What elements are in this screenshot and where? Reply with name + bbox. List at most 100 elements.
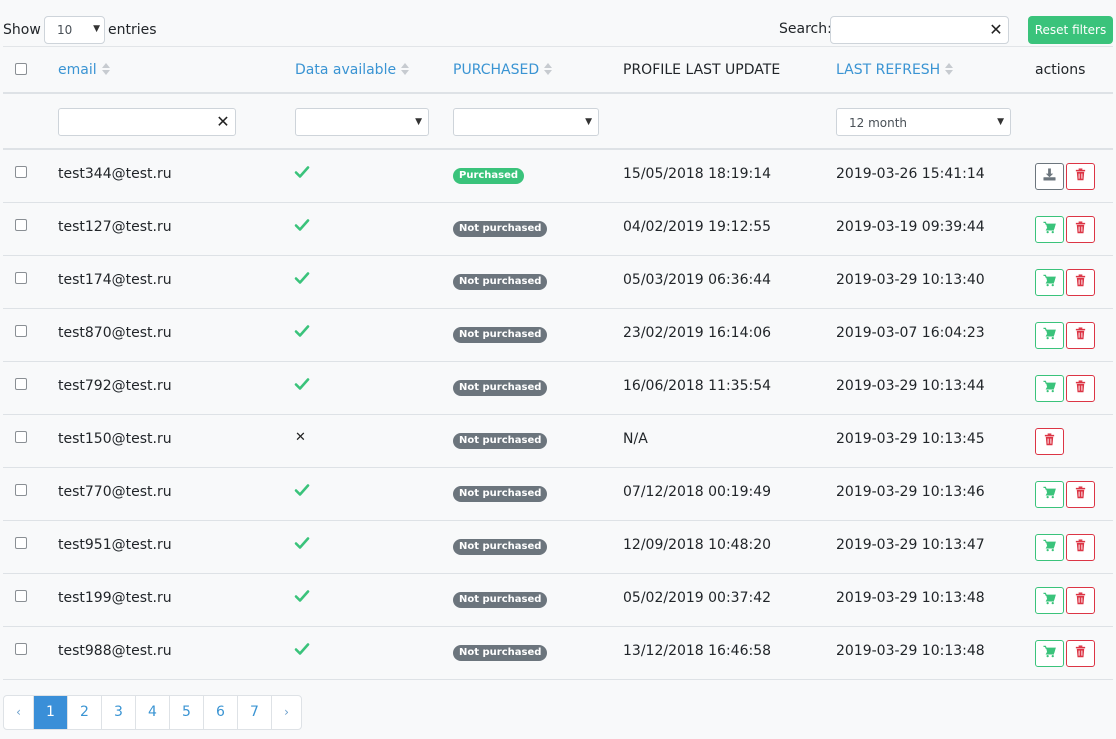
data-available-filter-select[interactable]: ▼ bbox=[295, 108, 429, 136]
row-email: test951@test.ru bbox=[58, 537, 172, 553]
search-input[interactable]: ✕ bbox=[830, 16, 1009, 44]
entries-per-page-select[interactable]: 10 ▼ bbox=[44, 16, 105, 44]
column-header-purchased[interactable]: PURCHASED bbox=[453, 62, 553, 78]
buy-button[interactable] bbox=[1035, 322, 1064, 349]
row-checkbox[interactable] bbox=[15, 643, 27, 655]
check-icon bbox=[294, 482, 310, 498]
chevron-down-icon: ▼ bbox=[585, 117, 592, 127]
table-row: test150@test.ru ✕ Not purchased N/A 2019-03-… bbox=[3, 415, 1113, 468]
entries-label: entries bbox=[108, 22, 157, 38]
pagination-page-button[interactable]: 5 bbox=[169, 696, 203, 729]
status-badge: Purchased bbox=[453, 168, 525, 184]
table-row: test770@test.ru Not purchased 07/12/2018 0… bbox=[3, 468, 1113, 521]
buy-button[interactable] bbox=[1035, 534, 1064, 561]
row-checkbox[interactable] bbox=[15, 166, 27, 178]
check-icon bbox=[294, 323, 310, 339]
buy-button[interactable] bbox=[1035, 640, 1064, 667]
delete-button[interactable] bbox=[1066, 481, 1095, 508]
pagination-page-button[interactable]: 4 bbox=[135, 696, 169, 729]
search-label: Search: bbox=[779, 21, 832, 37]
pagination-page-button[interactable]: 1 bbox=[33, 696, 67, 729]
cart-icon bbox=[1043, 592, 1056, 609]
delete-button[interactable] bbox=[1066, 640, 1095, 667]
sort-icon bbox=[101, 63, 110, 75]
trash-icon bbox=[1074, 274, 1087, 291]
trash-icon bbox=[1074, 539, 1087, 556]
column-header-actions-label: actions bbox=[1035, 62, 1086, 78]
pagination-page-button[interactable]: 2 bbox=[67, 696, 101, 729]
show-label: Show bbox=[3, 22, 41, 38]
trash-icon bbox=[1074, 645, 1087, 662]
table-body: test344@test.ru Purchased 15/05/2018 18:19… bbox=[3, 150, 1113, 680]
email-filter-input[interactable]: ✕ bbox=[58, 108, 236, 136]
row-email: test988@test.ru bbox=[58, 643, 172, 659]
check-icon bbox=[294, 641, 310, 657]
buy-button[interactable] bbox=[1035, 375, 1064, 402]
delete-button[interactable] bbox=[1035, 428, 1064, 455]
pagination-prev-button[interactable]: ‹ bbox=[4, 696, 33, 729]
status-badge: Not purchased bbox=[453, 327, 548, 343]
row-profile-last-update: 07/12/2018 00:19:49 bbox=[623, 484, 772, 500]
row-checkbox[interactable] bbox=[15, 431, 27, 443]
table-controls: Show 10 ▼ entries Search: ✕ Reset filter… bbox=[0, 0, 1116, 46]
purchased-filter-select[interactable]: ▼ bbox=[453, 108, 599, 136]
pagination-page-button[interactable]: 3 bbox=[101, 696, 135, 729]
column-header-last-refresh[interactable]: LAST REFRESH bbox=[836, 62, 954, 78]
pagination-next-button[interactable]: › bbox=[271, 696, 301, 729]
select-all-checkbox[interactable] bbox=[15, 63, 27, 75]
row-email: test344@test.ru bbox=[58, 166, 172, 182]
row-email: test127@test.ru bbox=[58, 219, 172, 235]
row-profile-last-update: 05/02/2019 00:37:42 bbox=[623, 590, 772, 606]
column-header-email[interactable]: email bbox=[58, 62, 110, 78]
row-last-refresh: 2019-03-29 10:13:40 bbox=[836, 272, 985, 288]
download-button[interactable] bbox=[1035, 163, 1064, 190]
status-badge: Not purchased bbox=[453, 592, 548, 608]
row-checkbox[interactable] bbox=[15, 272, 27, 284]
pagination-page-button[interactable]: 6 bbox=[203, 696, 237, 729]
status-badge: Not purchased bbox=[453, 539, 548, 555]
row-email: test174@test.ru bbox=[58, 272, 172, 288]
cart-icon bbox=[1043, 327, 1056, 344]
row-last-refresh: 2019-03-29 10:13:47 bbox=[836, 537, 985, 553]
delete-button[interactable] bbox=[1066, 216, 1095, 243]
delete-button[interactable] bbox=[1066, 534, 1095, 561]
row-last-refresh: 2019-03-29 10:13:46 bbox=[836, 484, 985, 500]
status-badge: Not purchased bbox=[453, 221, 548, 237]
buy-button[interactable] bbox=[1035, 481, 1064, 508]
download-icon bbox=[1043, 168, 1056, 185]
column-header-actions: actions bbox=[1035, 62, 1085, 78]
row-checkbox[interactable] bbox=[15, 378, 27, 390]
buy-button[interactable] bbox=[1035, 269, 1064, 296]
clear-filter-icon[interactable]: ✕ bbox=[216, 114, 230, 130]
sort-icon bbox=[945, 63, 954, 75]
row-email: test870@test.ru bbox=[58, 325, 172, 341]
trash-icon bbox=[1043, 433, 1056, 450]
row-checkbox[interactable] bbox=[15, 590, 27, 602]
trash-icon bbox=[1074, 221, 1087, 238]
delete-button[interactable] bbox=[1066, 269, 1095, 296]
delete-button[interactable] bbox=[1066, 375, 1095, 402]
row-checkbox[interactable] bbox=[15, 484, 27, 496]
trash-icon bbox=[1074, 327, 1087, 344]
table-header-row: email Data available PURCHASED PROFILE L… bbox=[3, 46, 1113, 94]
row-checkbox[interactable] bbox=[15, 325, 27, 337]
row-last-refresh: 2019-03-29 10:13:44 bbox=[836, 378, 985, 394]
clear-search-icon[interactable]: ✕ bbox=[989, 22, 1003, 38]
check-icon bbox=[294, 164, 310, 180]
delete-button[interactable] bbox=[1066, 322, 1095, 349]
row-last-refresh: 2019-03-26 15:41:14 bbox=[836, 166, 985, 182]
delete-button[interactable] bbox=[1066, 587, 1095, 614]
pagination-page-button[interactable]: 7 bbox=[237, 696, 271, 729]
delete-button[interactable] bbox=[1066, 163, 1095, 190]
row-last-refresh: 2019-03-29 10:13:45 bbox=[836, 431, 985, 447]
buy-button[interactable] bbox=[1035, 216, 1064, 243]
reset-filters-button[interactable]: Reset filters bbox=[1028, 16, 1113, 44]
trash-icon bbox=[1074, 486, 1087, 503]
row-checkbox[interactable] bbox=[15, 537, 27, 549]
last-refresh-filter-select[interactable]: 12 month ▼ bbox=[836, 108, 1011, 136]
row-checkbox[interactable] bbox=[15, 219, 27, 231]
sort-icon bbox=[401, 63, 410, 75]
column-header-data-available[interactable]: Data available bbox=[295, 62, 410, 78]
buy-button[interactable] bbox=[1035, 587, 1064, 614]
column-header-profile-last-update: PROFILE LAST UPDATE bbox=[623, 62, 780, 78]
